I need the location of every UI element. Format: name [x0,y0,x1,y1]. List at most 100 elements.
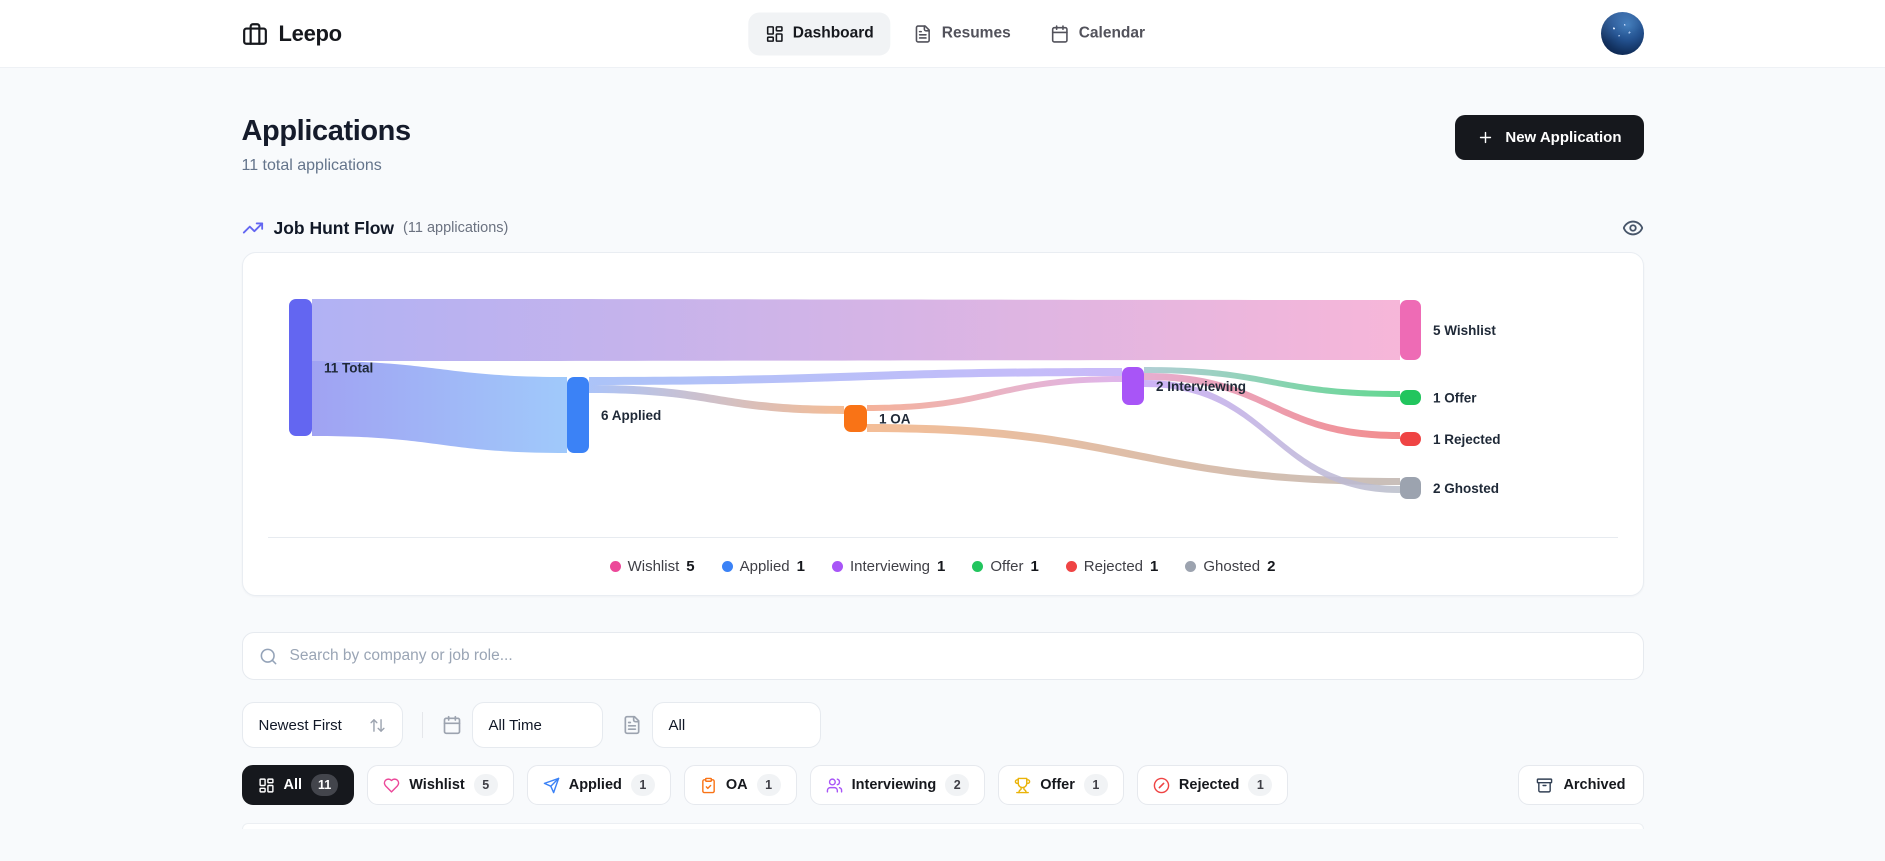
sort-value: Newest First [258,716,342,734]
sankey-card: 11 Total 6 Applied 1 OA 2 Interviewing 5 Wis… [241,252,1644,596]
legend-label: Applied [739,558,790,575]
sankey-node-label-applied: 6 Applied [601,408,661,423]
calendar-filter-icon [442,715,462,735]
trophy-icon [1014,777,1031,794]
legend-dot [972,561,984,572]
sankey-node-label-oa: 1 OA [879,412,911,427]
search-bar [241,632,1644,680]
sankey-node-label-rejected: 1 Rejected [1433,432,1501,447]
legend-dot [1065,561,1077,572]
tab-resumes[interactable]: Resumes [897,12,1028,55]
legend-item-applied: Applied 1 [721,558,805,575]
type-filter-value: All [668,716,686,734]
legend-dot [609,561,621,572]
chip-count-badge: 11 [311,774,339,796]
filter-chip-all[interactable]: All 11 [241,765,355,805]
legend-count: 1 [1030,558,1039,575]
avatar[interactable] [1600,12,1644,55]
sankey-node-label-offer: 1 Offer [1433,391,1477,406]
filter-chip-oa[interactable]: OA 1 [683,765,797,805]
legend-count: 1 [796,558,805,575]
chip-count-badge: 1 [630,774,655,796]
legend-label: Interviewing [849,558,931,575]
chip-label: Offer [1040,777,1075,793]
chart-legend: Wishlist 5 Applied 1 Interviewing 1 Offer 1 Reje… [267,537,1618,595]
page-subtitle: 11 total applications [241,157,382,174]
filter-chip-applied[interactable]: Applied 1 [526,765,671,805]
chip-count-badge: 5 [473,774,498,796]
legend-item-wishlist: Wishlist 5 [609,558,695,575]
legend-label: Offer [990,558,1024,575]
eye-icon [1622,217,1644,239]
archive-icon [1536,777,1553,794]
chip-count-badge: 1 [1083,774,1108,796]
sankey-node-ghosted[interactable] [1399,477,1421,499]
type-filter-select[interactable]: All [651,702,821,748]
arrow-up-down-icon [369,717,386,734]
briefcase-icon [242,21,268,47]
sankey-node-label-wishlist: 5 Wishlist [1433,323,1496,338]
legend-label: Rejected [1083,558,1143,575]
legend-count: 1 [1150,558,1159,575]
legend-dot [1185,561,1197,572]
sankey-node-wishlist[interactable] [1399,300,1421,360]
legend-count: 2 [1267,558,1276,575]
tab-label: Resumes [941,24,1011,42]
flow-section-title: Job Hunt Flow [273,217,395,238]
new-application-button[interactable]: New Application [1455,115,1644,160]
chip-label: All [283,777,303,793]
users-icon [826,777,843,794]
sankey-node-label-ghosted: 2 Ghosted [1433,481,1499,496]
chip-label: Rejected [1178,777,1240,793]
legend-item-offer: Offer 1 [972,558,1039,575]
dashboard-grid-icon [765,24,784,43]
legend-dot [721,561,733,572]
archived-button[interactable]: Archived [1518,765,1644,805]
status-chips-row: All 11 Wishlist 5 Applied 1 OA 1 Interviewing 2 Of… [241,765,1644,805]
legend-dot [831,561,843,572]
tab-label: Calendar [1078,24,1146,42]
brand-name: Leepo [278,20,343,46]
file-text-icon [914,24,933,43]
search-icon [259,647,278,666]
tab-calendar[interactable]: Calendar [1034,12,1162,55]
divider [421,712,423,738]
sankey-node-interviewing[interactable] [1121,367,1144,405]
flow-oa-interviewing [866,376,1122,411]
flow-total-wishlist [311,299,1400,361]
archived-label: Archived [1563,777,1626,793]
tab-dashboard[interactable]: Dashboard [747,12,891,55]
filter-row: Newest First All Time All [241,702,1644,748]
sankey-node-oa[interactable] [843,405,867,432]
next-card-edge [241,823,1644,829]
grid-icon [258,777,275,794]
time-filter-select[interactable]: All Time [471,702,603,748]
toggle-visibility-button[interactable] [1622,217,1644,239]
clipboard-check-icon [700,777,717,794]
filter-chip-interviewing[interactable]: Interviewing 2 [809,765,986,805]
sankey-node-rejected[interactable] [1399,432,1421,446]
chip-count-badge: 1 [1248,774,1273,796]
plus-icon [1477,129,1494,146]
sankey-node-total[interactable] [288,299,312,436]
sankey-node-applied[interactable] [566,377,589,453]
search-input[interactable] [289,647,1627,665]
top-nav: Leepo Dashboard Resumes Calendar [0,0,1885,68]
legend-label: Ghosted [1203,558,1261,575]
sankey-node-label-total: 11 Total [324,361,373,376]
nav-tabs: Dashboard Resumes Calendar [747,12,1162,55]
chip-label: OA [725,777,748,793]
filter-chip-rejected[interactable]: Rejected 1 [1136,765,1289,805]
filter-chip-offer[interactable]: Offer 1 [998,765,1124,805]
chip-label: Interviewing [851,777,937,793]
sankey-svg: 11 Total 6 Applied 1 OA 2 Interviewing 5 Wis… [288,299,1501,499]
sort-select[interactable]: Newest First [241,702,403,748]
new-application-label: New Application [1505,129,1622,146]
brand[interactable]: Leepo [242,21,342,47]
filter-chip-wishlist[interactable]: Wishlist 5 [367,765,514,805]
legend-count: 5 [686,558,695,575]
sankey-node-offer[interactable] [1399,390,1421,405]
chip-label: Wishlist [409,777,465,793]
tab-label: Dashboard [792,24,874,42]
calendar-icon [1051,24,1070,43]
